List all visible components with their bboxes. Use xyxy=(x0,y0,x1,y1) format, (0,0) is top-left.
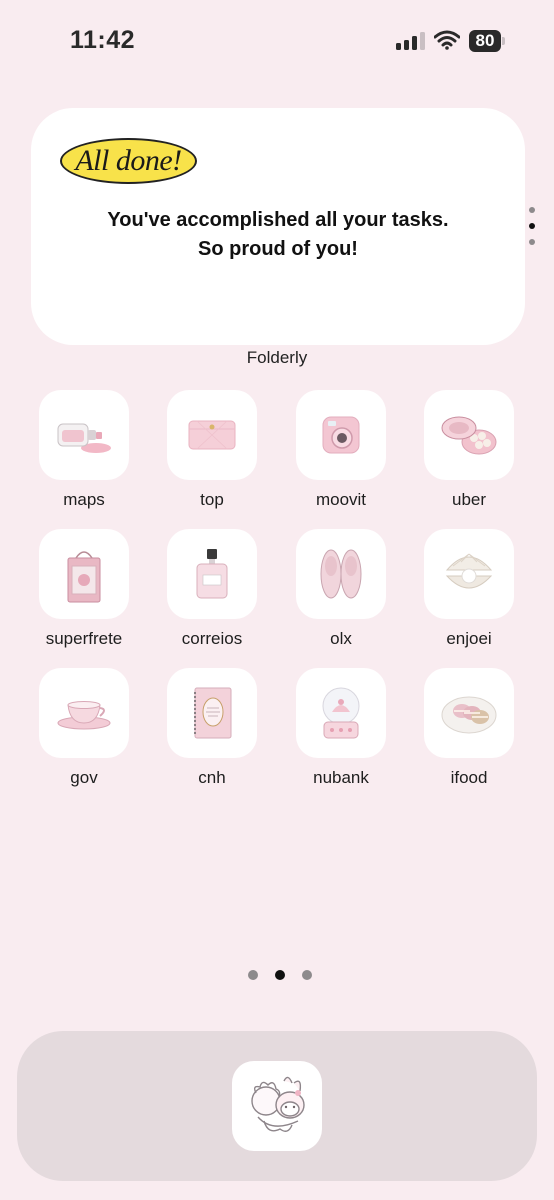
app-label: moovit xyxy=(315,490,367,509)
notebook-icon xyxy=(167,668,257,758)
battery-indicator: 80 xyxy=(469,30,505,52)
app-label: maps xyxy=(63,490,105,509)
pearl-shell-icon xyxy=(424,529,514,619)
macaron-box-icon xyxy=(424,390,514,480)
instant-camera-icon xyxy=(296,390,386,480)
teacup-icon xyxy=(39,668,129,758)
app-label: ifood xyxy=(450,768,488,787)
page-dot-current[interactable] xyxy=(275,970,285,980)
app-moovit[interactable]: moovit xyxy=(286,390,396,510)
perfume-bottle-tipped-icon xyxy=(39,390,129,480)
app-label: gov xyxy=(70,768,98,787)
app-label: top xyxy=(200,490,224,509)
vertical-page-indicator xyxy=(529,207,535,245)
all-done-text: All done! xyxy=(75,144,182,177)
perfume-icon xyxy=(167,529,257,619)
macarons-plate-icon xyxy=(424,668,514,758)
app-cnh[interactable]: cnh xyxy=(157,668,267,788)
app-enjoei[interactable]: enjoei xyxy=(414,529,524,649)
app-label: superfrete xyxy=(45,629,123,648)
all-done-badge: All done! xyxy=(60,138,197,184)
app-label: uber xyxy=(451,490,487,509)
folderly-widget[interactable]: All done! You've accomplished all your t… xyxy=(31,108,525,345)
app-label: nubank xyxy=(313,768,369,787)
app-label: correios xyxy=(181,629,243,648)
snow-globe-icon xyxy=(296,668,386,758)
app-superfrete[interactable]: superfrete xyxy=(29,529,139,649)
app-ifood[interactable]: ifood xyxy=(414,668,524,788)
widget-message: You've accomplished all your tasks. So p… xyxy=(31,206,525,264)
my-melody-sticker-icon[interactable] xyxy=(232,1061,322,1151)
page-dot[interactable] xyxy=(302,970,312,980)
app-label: cnh xyxy=(198,768,226,787)
app-maps[interactable]: maps xyxy=(29,390,139,510)
app-top[interactable]: top xyxy=(157,390,267,510)
app-nubank[interactable]: nubank xyxy=(286,668,396,788)
widget-message-line2: So proud of you! xyxy=(198,238,358,260)
pink-wallet-icon xyxy=(167,390,257,480)
wifi-icon xyxy=(434,30,460,50)
app-correios[interactable]: correios xyxy=(157,529,267,649)
ballet-flats-icon xyxy=(296,529,386,619)
widget-label: Folderly xyxy=(246,348,308,367)
status-time: 11:42 xyxy=(70,26,136,54)
dock xyxy=(17,1031,537,1181)
app-gov[interactable]: gov xyxy=(29,668,139,788)
page-dot[interactable] xyxy=(248,970,258,980)
app-uber[interactable]: uber xyxy=(414,390,524,510)
cellular-signal-icon xyxy=(396,32,425,50)
app-label: enjoei xyxy=(446,629,492,648)
status-bar: 11:42 80 xyxy=(0,0,554,80)
app-label: olx xyxy=(330,629,352,648)
page-indicator[interactable] xyxy=(248,970,312,980)
app-olx[interactable]: olx xyxy=(286,529,396,649)
widget-message-line1: You've accomplished all your tasks. xyxy=(107,209,449,231)
gift-bag-icon xyxy=(39,529,129,619)
